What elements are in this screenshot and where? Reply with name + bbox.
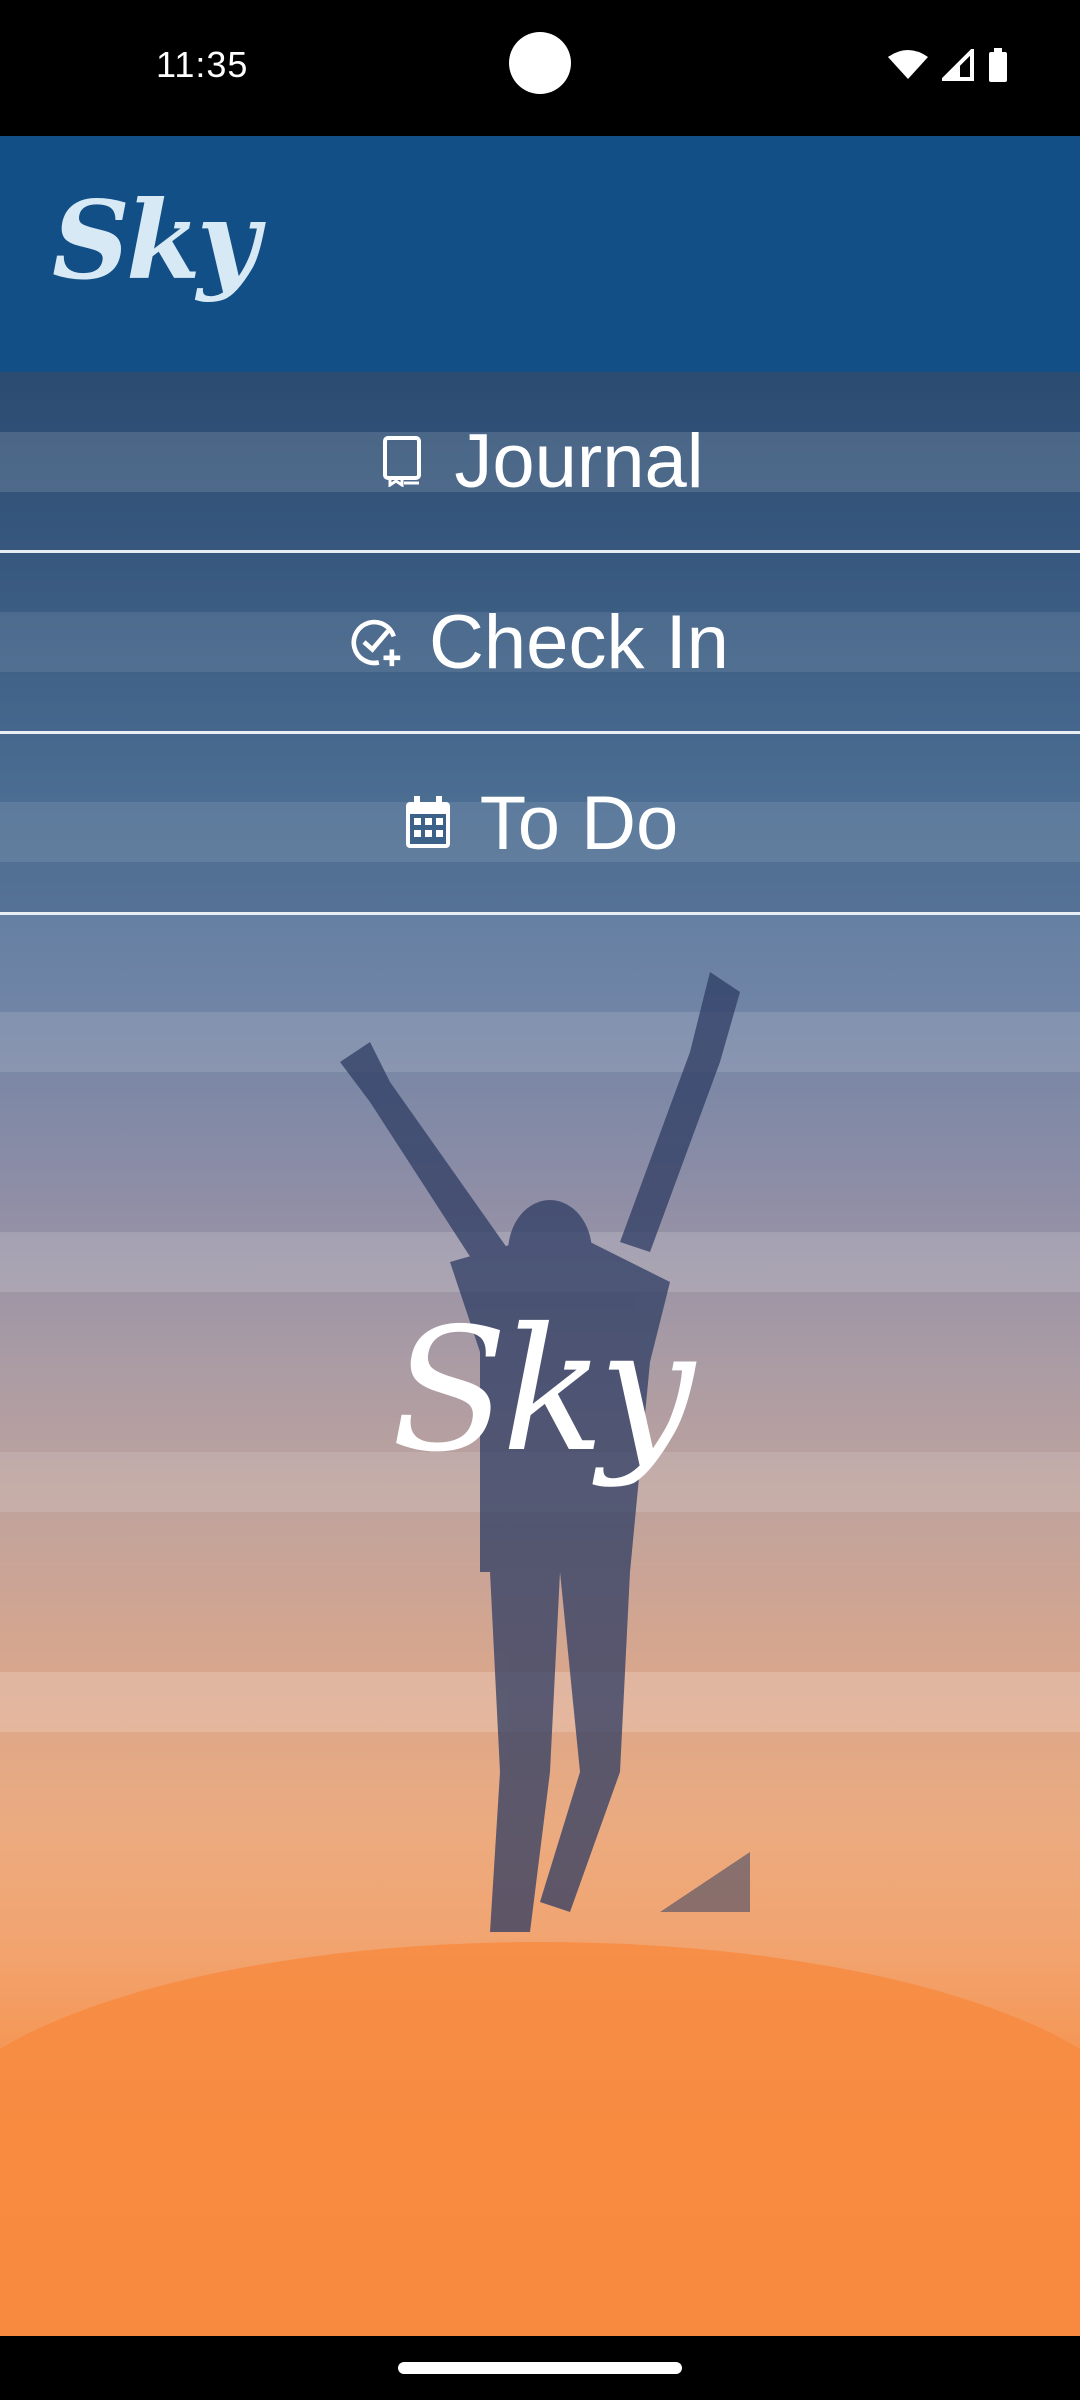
check-in-icon xyxy=(351,612,403,672)
check-in-label: Check In xyxy=(429,599,729,685)
sunset-glow xyxy=(0,1942,1080,2336)
app-logo: Sky xyxy=(52,178,260,304)
main-menu: Journal Check In To Do xyxy=(0,372,1080,915)
home-gesture-handle[interactable] xyxy=(398,2362,682,2374)
battery-icon xyxy=(988,48,1008,87)
todo-label: To Do xyxy=(479,780,679,866)
camera-cutout xyxy=(509,32,571,94)
hero-logo: Sky xyxy=(391,1292,695,1490)
navigation-bar xyxy=(0,2336,1080,2400)
status-bar: 11:35 xyxy=(0,0,1080,136)
journal-button[interactable]: Journal xyxy=(0,372,1080,553)
calendar-icon xyxy=(402,793,454,853)
signal-icon xyxy=(939,46,974,86)
status-time: 11:35 xyxy=(156,44,249,85)
status-icons xyxy=(888,46,1008,87)
app-bar: Sky xyxy=(0,136,1080,372)
journal-icon xyxy=(376,431,428,491)
journal-label: Journal xyxy=(454,418,704,504)
todo-button[interactable]: To Do xyxy=(0,734,1080,915)
wifi-icon xyxy=(888,49,928,86)
check-in-button[interactable]: Check In xyxy=(0,553,1080,734)
